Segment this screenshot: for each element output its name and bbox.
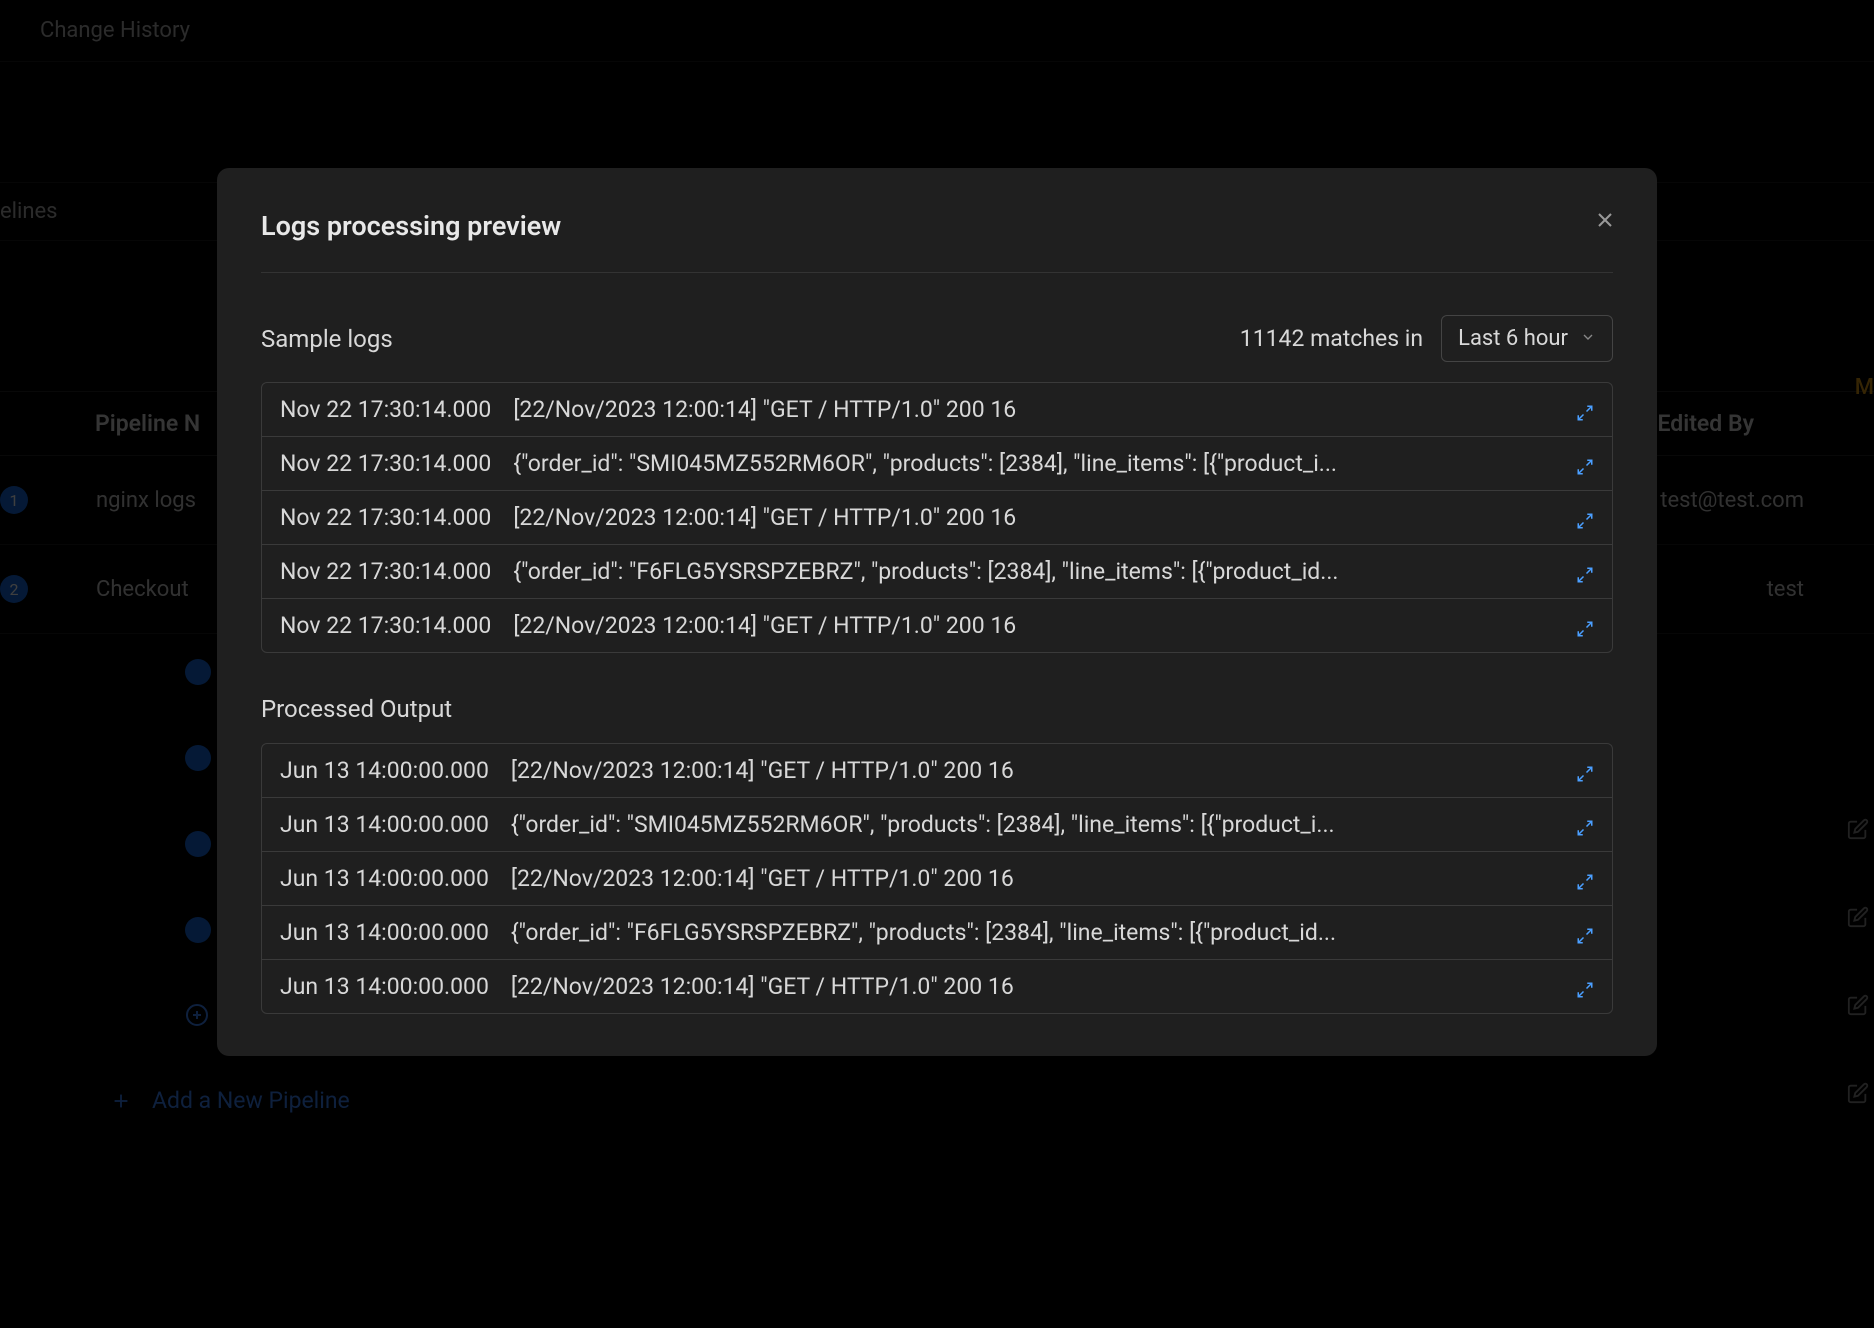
close-button[interactable] <box>1593 208 1617 232</box>
log-row[interactable]: Jun 13 14:00:00.000 {"order_id": "SMI045… <box>262 798 1612 852</box>
expand-button[interactable] <box>1576 978 1594 996</box>
log-timestamp: Nov 22 17:30:14.000 <box>280 558 491 585</box>
log-row[interactable]: Jun 13 14:00:00.000 [22/Nov/2023 12:00:1… <box>262 744 1612 798</box>
log-message: [22/Nov/2023 12:00:14] "GET / HTTP/1.0" … <box>511 865 1554 892</box>
expand-button[interactable] <box>1576 563 1594 581</box>
log-row[interactable]: Nov 22 17:30:14.000 {"order_id": "F6FLG5… <box>262 545 1612 599</box>
expand-icon <box>1576 927 1594 945</box>
log-message: [22/Nov/2023 12:00:14] "GET / HTTP/1.0" … <box>513 504 1554 531</box>
log-message: [22/Nov/2023 12:00:14] "GET / HTTP/1.0" … <box>511 973 1554 1000</box>
expand-icon <box>1576 765 1594 783</box>
log-message: {"order_id": "F6FLG5YSRSPZEBRZ", "produc… <box>513 558 1554 585</box>
expand-button[interactable] <box>1576 870 1594 888</box>
log-message: [22/Nov/2023 12:00:14] "GET / HTTP/1.0" … <box>511 757 1554 784</box>
log-message: [22/Nov/2023 12:00:14] "GET / HTTP/1.0" … <box>513 396 1554 423</box>
processed-logs-list: Jun 13 14:00:00.000 [22/Nov/2023 12:00:1… <box>261 743 1613 1014</box>
expand-button[interactable] <box>1576 401 1594 419</box>
expand-button[interactable] <box>1576 509 1594 527</box>
time-range-select[interactable]: Last 6 hour <box>1441 315 1613 362</box>
modal-overlay[interactable]: Logs processing preview Sample logs 1114… <box>0 0 1874 1328</box>
expand-icon <box>1576 404 1594 422</box>
modal-title: Logs processing preview <box>261 210 1613 273</box>
log-row[interactable]: Jun 13 14:00:00.000 {"order_id": "F6FLG5… <box>262 906 1612 960</box>
log-timestamp: Jun 13 14:00:00.000 <box>280 973 489 1000</box>
log-row[interactable]: Nov 22 17:30:14.000 {"order_id": "SMI045… <box>262 437 1612 491</box>
log-row[interactable]: Jun 13 14:00:00.000 [22/Nov/2023 12:00:1… <box>262 852 1612 906</box>
close-icon <box>1593 208 1617 232</box>
expand-icon <box>1576 566 1594 584</box>
expand-icon <box>1576 512 1594 530</box>
expand-button[interactable] <box>1576 762 1594 780</box>
matches-count: 11142 matches in <box>1240 325 1423 352</box>
log-timestamp: Nov 22 17:30:14.000 <box>280 396 491 423</box>
time-range-label: Last 6 hour <box>1458 326 1568 351</box>
expand-icon <box>1576 458 1594 476</box>
log-message: {"order_id": "F6FLG5YSRSPZEBRZ", "produc… <box>511 919 1554 946</box>
expand-icon <box>1576 620 1594 638</box>
expand-button[interactable] <box>1576 924 1594 942</box>
log-timestamp: Jun 13 14:00:00.000 <box>280 865 489 892</box>
expand-button[interactable] <box>1576 617 1594 635</box>
processed-output-header: Processed Output <box>261 695 1613 723</box>
log-row[interactable]: Nov 22 17:30:14.000 [22/Nov/2023 12:00:1… <box>262 599 1612 652</box>
processed-output-title: Processed Output <box>261 695 452 723</box>
matches-info: 11142 matches in Last 6 hour <box>1240 315 1613 362</box>
log-timestamp: Nov 22 17:30:14.000 <box>280 612 491 639</box>
expand-button[interactable] <box>1576 455 1594 473</box>
log-message: {"order_id": "SMI045MZ552RM6OR", "produc… <box>513 450 1554 477</box>
chevron-down-icon <box>1580 329 1596 349</box>
expand-button[interactable] <box>1576 816 1594 834</box>
log-timestamp: Jun 13 14:00:00.000 <box>280 757 489 784</box>
log-timestamp: Nov 22 17:30:14.000 <box>280 504 491 531</box>
expand-icon <box>1576 873 1594 891</box>
log-timestamp: Jun 13 14:00:00.000 <box>280 919 489 946</box>
log-message: [22/Nov/2023 12:00:14] "GET / HTTP/1.0" … <box>513 612 1554 639</box>
log-row[interactable]: Nov 22 17:30:14.000 [22/Nov/2023 12:00:1… <box>262 383 1612 437</box>
expand-icon <box>1576 819 1594 837</box>
sample-logs-title: Sample logs <box>261 325 393 353</box>
log-timestamp: Jun 13 14:00:00.000 <box>280 811 489 838</box>
log-message: {"order_id": "SMI045MZ552RM6OR", "produc… <box>511 811 1554 838</box>
expand-icon <box>1576 981 1594 999</box>
sample-logs-list: Nov 22 17:30:14.000 [22/Nov/2023 12:00:1… <box>261 382 1613 653</box>
log-row[interactable]: Jun 13 14:00:00.000 [22/Nov/2023 12:00:1… <box>262 960 1612 1013</box>
log-timestamp: Nov 22 17:30:14.000 <box>280 450 491 477</box>
logs-preview-modal: Logs processing preview Sample logs 1114… <box>217 168 1657 1056</box>
log-row[interactable]: Nov 22 17:30:14.000 [22/Nov/2023 12:00:1… <box>262 491 1612 545</box>
sample-logs-header: Sample logs 11142 matches in Last 6 hour <box>261 315 1613 362</box>
